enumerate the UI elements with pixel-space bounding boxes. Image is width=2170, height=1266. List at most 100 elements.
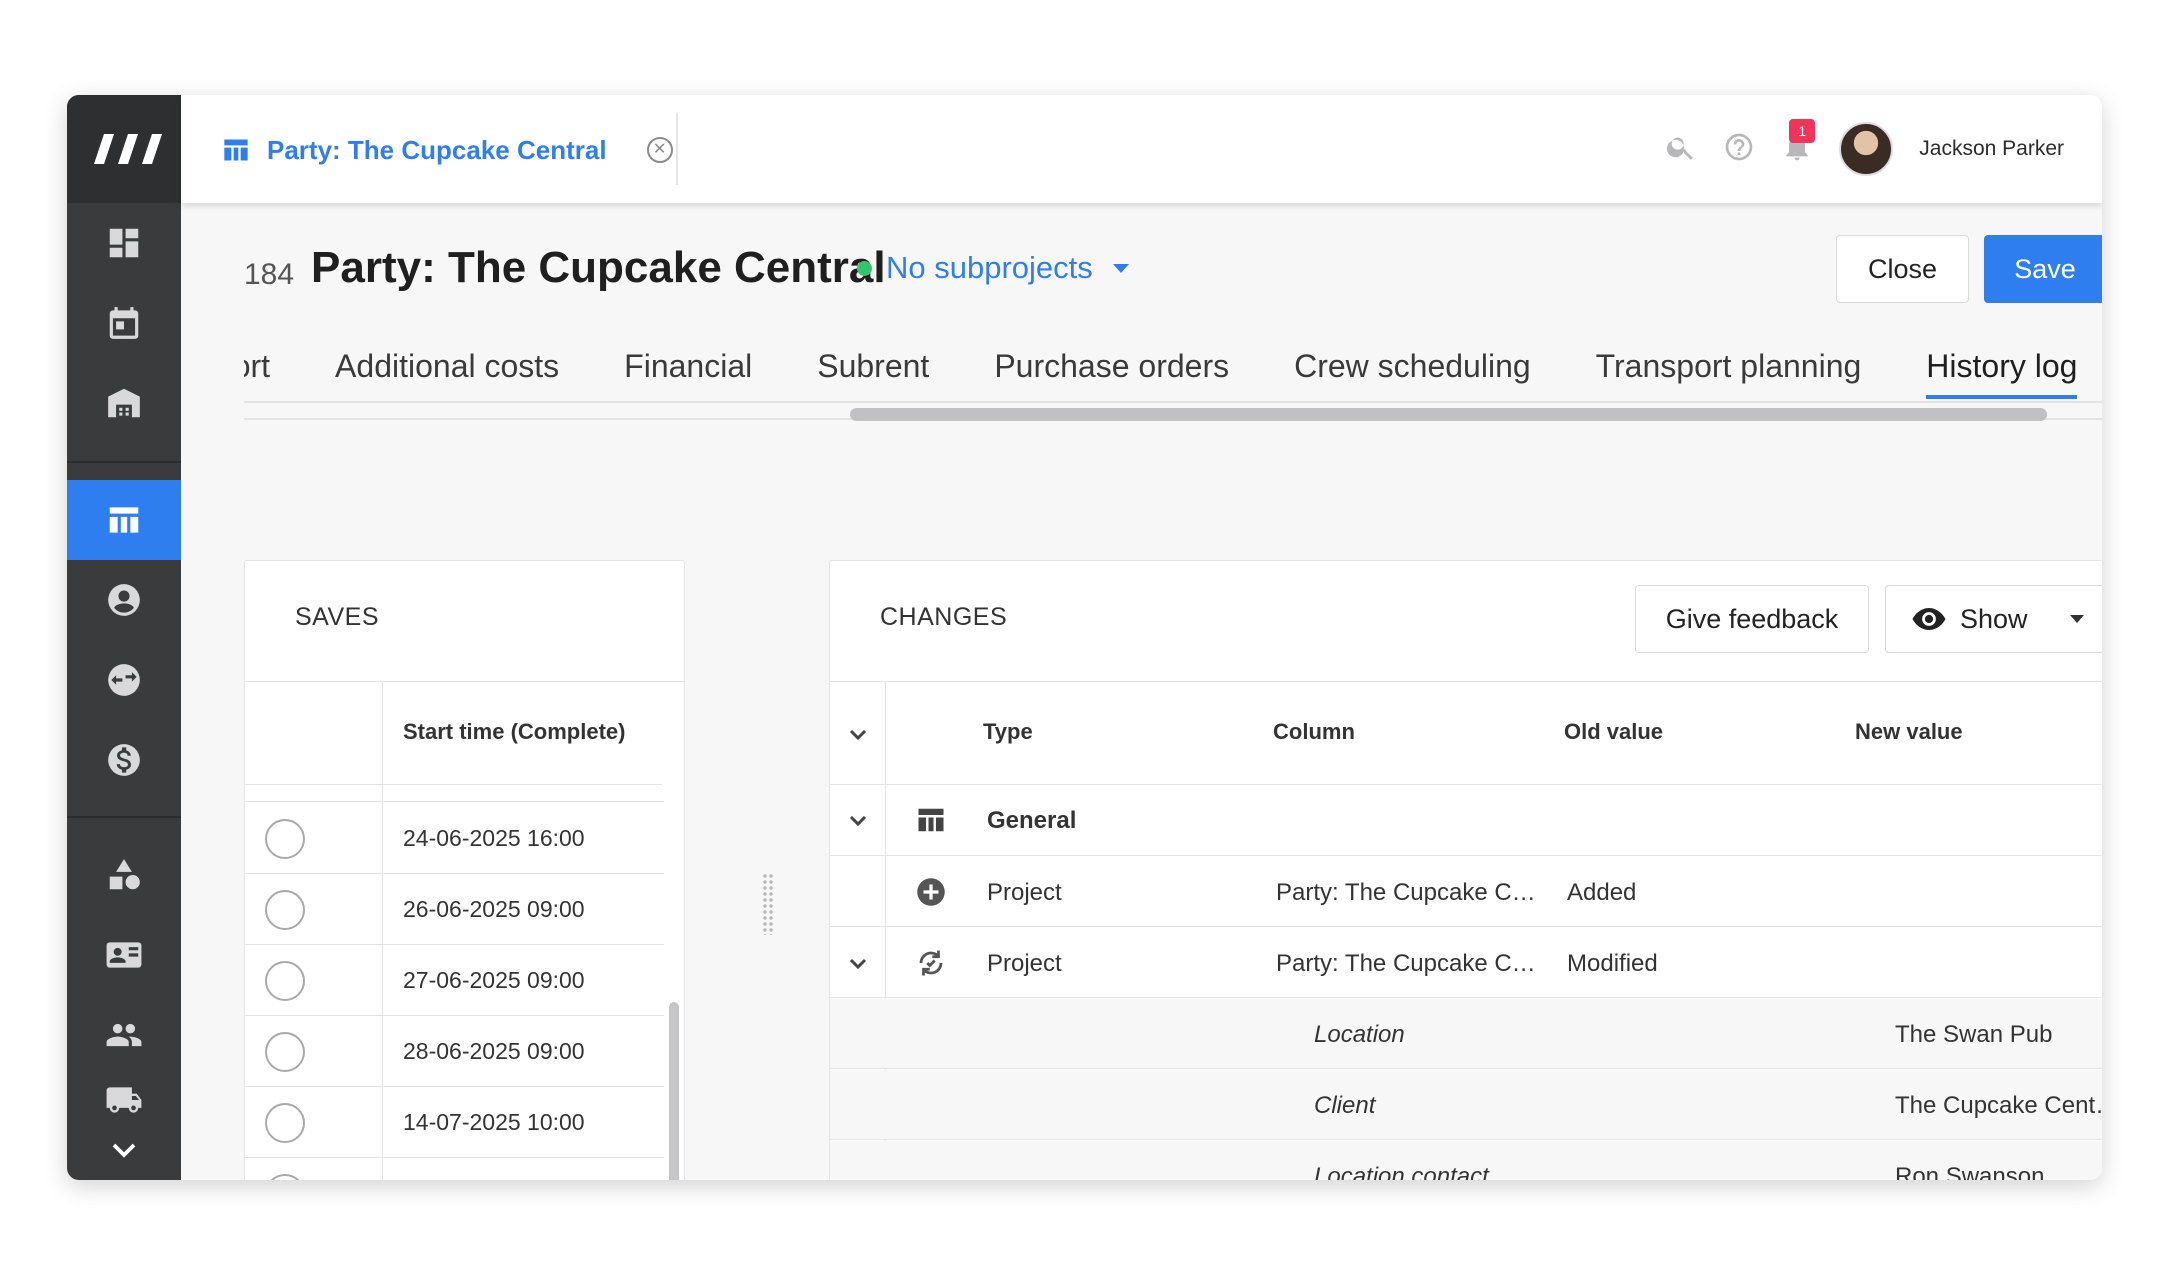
save-start-time: 24-06-2025 16:00 — [403, 825, 585, 851]
list-item — [245, 785, 664, 802]
project-id: 184 — [244, 258, 295, 291]
search-icon[interactable] — [1665, 131, 1697, 168]
nav-calendar[interactable] — [67, 283, 181, 363]
save-start-time: 27-06-2025 09:00 — [403, 967, 585, 993]
column-header[interactable]: Column — [1273, 719, 1355, 745]
nav-finance[interactable] — [67, 720, 181, 800]
app-logo[interactable] — [67, 95, 181, 203]
save-start-time: 14-07-2025 10:00 — [403, 1109, 585, 1135]
save-radio[interactable] — [265, 961, 305, 1001]
tab-purchase-orders[interactable]: Purchase orders — [994, 333, 1229, 399]
saves-title: SAVES — [295, 603, 380, 631]
detail-row: Client The Cupcake Cent… — [830, 1070, 2102, 1140]
topbar-actions: 1 Jackson Parker — [1665, 117, 2064, 181]
document-tab[interactable]: Party: The Cupcake Central ✕ — [221, 125, 673, 175]
save-row[interactable]: 14-07-2025 10:00 — [245, 1087, 664, 1158]
sidebar-divider — [67, 461, 181, 463]
nav-dashboard[interactable] — [67, 203, 181, 283]
detail-row: Location contact … Ron Swanson — [830, 1141, 2102, 1180]
tab-additional-costs[interactable]: Additional costs — [335, 333, 559, 399]
subprojects-dropdown[interactable]: No subprojects — [857, 250, 1129, 286]
sidebar-divider — [67, 816, 181, 818]
save-row[interactable]: 26-06-2025 09:00 — [245, 874, 664, 945]
save-radio[interactable] — [265, 1174, 305, 1180]
old-value-header[interactable]: Old value — [1564, 719, 1663, 745]
help-icon[interactable] — [1723, 131, 1755, 168]
sidebar — [67, 95, 181, 1180]
notifications-icon[interactable]: 1 — [1781, 118, 1816, 168]
save-start-time: 28-06-2025 09:00 — [403, 1038, 585, 1064]
nav-equipment[interactable] — [67, 835, 181, 915]
chevron-down-icon[interactable] — [847, 952, 869, 974]
close-button[interactable]: Close — [1836, 235, 1969, 303]
status-dot — [857, 260, 872, 276]
old-value-cell: Modified — [1567, 950, 1658, 977]
show-dropdown[interactable]: Show — [1885, 585, 2102, 653]
app-window: Party: The Cupcake Central ✕ 1 Jackson P… — [67, 95, 2102, 1180]
panel-resize-handle[interactable] — [762, 873, 774, 935]
user-name[interactable]: Jackson Parker — [1919, 137, 2064, 161]
detail-row: Location The Swan Pub — [830, 999, 2102, 1069]
close-tab-icon[interactable]: ✕ — [646, 137, 673, 163]
table-row[interactable]: Project Party: The Cupcake C… Modified — [830, 928, 2102, 998]
changes-title: CHANGES — [880, 603, 1008, 631]
field-cell: Location contact … — [1314, 1163, 1520, 1180]
give-feedback-button[interactable]: Give feedback — [1635, 585, 1869, 653]
topbar: Party: The Cupcake Central ✕ 1 Jackson P… — [181, 95, 2102, 203]
save-radio[interactable] — [265, 819, 305, 859]
tab-report[interactable]: Report — [244, 333, 270, 399]
tab-history-log[interactable]: History log — [1926, 333, 2078, 399]
tab-separator — [676, 113, 678, 185]
dashboard-icon — [109, 228, 139, 258]
save-row[interactable]: 24-06-2025 16:00 — [245, 803, 664, 874]
save-radio[interactable] — [265, 1032, 305, 1072]
save-start-time: 26-06-2025 09:00 — [403, 896, 585, 922]
nav-users[interactable] — [67, 995, 181, 1075]
tab-scrollbar[interactable] — [850, 408, 2047, 421]
save-button[interactable]: Save — [1984, 235, 2102, 303]
tab-subrent[interactable]: Subrent — [817, 333, 929, 399]
nav-transfers[interactable] — [67, 640, 181, 720]
save-row[interactable]: 28-06-2025 09:00 — [245, 1016, 664, 1087]
avatar[interactable] — [1839, 122, 1894, 176]
new-value-header[interactable]: New value — [1855, 719, 1963, 745]
changes-panel: CHANGES Give feedback Show Type Column O… — [829, 560, 2102, 1180]
nav-transport[interactable] — [67, 1070, 181, 1130]
save-radio[interactable] — [265, 1103, 305, 1143]
nav-warehouse[interactable] — [67, 363, 181, 443]
start-time-header[interactable]: Start time (Complete) — [403, 719, 625, 745]
projects-table-icon — [109, 507, 139, 533]
column-cell: Party: The Cupcake C… — [1276, 879, 1536, 906]
nav-more[interactable] — [67, 1125, 181, 1175]
chevron-down-icon[interactable] — [847, 809, 869, 831]
eye-icon — [1912, 608, 1946, 630]
save-radio[interactable] — [265, 890, 305, 930]
tab-financial[interactable]: Financial — [624, 333, 752, 399]
tab-transport-planning[interactable]: Transport planning — [1596, 333, 1862, 399]
main-content: 184 Party: The Cupcake Central No subpro… — [181, 203, 2102, 1180]
save-row[interactable]: 17-07-2025 11:00 — [245, 1158, 664, 1180]
vertical-scrollbar[interactable] — [669, 1002, 679, 1180]
new-value-cell: The Swan Pub — [1895, 1021, 2053, 1048]
projects-table-icon — [918, 808, 944, 832]
new-value-cell: Ron Swanson — [1895, 1163, 2045, 1180]
tab-crew-scheduling[interactable]: Crew scheduling — [1294, 333, 1531, 399]
show-label: Show — [1960, 603, 2028, 634]
collapse-all-chevron-icon[interactable] — [847, 723, 869, 745]
type-cell: Project — [987, 950, 1062, 977]
save-row[interactable]: 27-06-2025 09:00 — [245, 945, 664, 1016]
new-value-cell: The Cupcake Cent… — [1895, 1092, 2102, 1119]
type-cell: Project — [987, 879, 1062, 906]
nav-projects[interactable] — [67, 480, 181, 560]
group-label: General — [987, 807, 1077, 834]
group-row[interactable]: General — [830, 785, 2102, 856]
field-cell: Client — [1314, 1092, 1376, 1119]
nav-contacts[interactable] — [67, 560, 181, 640]
document-tab-title: Party: The Cupcake Central — [267, 134, 607, 165]
table-row[interactable]: Project Party: The Cupcake C… Added — [830, 857, 2102, 927]
nav-crew[interactable] — [67, 915, 181, 995]
caret-down-icon — [2069, 615, 2084, 623]
page-title: Party: The Cupcake Central — [311, 243, 886, 292]
type-header[interactable]: Type — [983, 719, 1033, 745]
shapes-icon — [109, 859, 140, 890]
